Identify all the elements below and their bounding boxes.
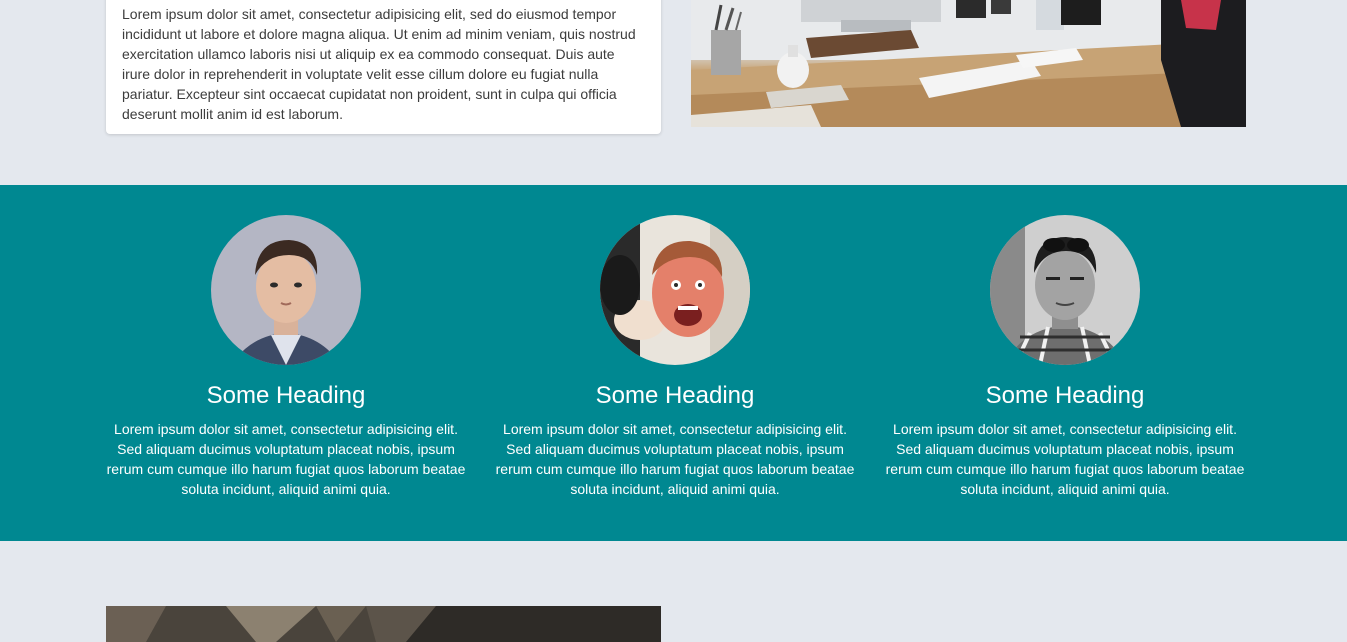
team-member-card: Some Heading Lorem ipsum dolor sit amet,… [106,215,466,497]
intro-section: Lorem ipsum dolor sit amet, consectetur … [0,0,1347,185]
desk-workspace-image [691,0,1246,127]
member-heading: Some Heading [595,382,755,409]
intro-paragraph: Lorem ipsum dolor sit amet, consectetur … [122,6,636,122]
member-heading: Some Heading [206,382,366,409]
team-section: Some Heading Lorem ipsum dolor sit amet,… [0,185,1347,541]
member-avatar [600,215,750,365]
member-description: Lorem ipsum dolor sit amet, consectetur … [885,421,1245,497]
intro-card: Lorem ipsum dolor sit amet, consectetur … [106,0,661,134]
bottom-image [106,606,661,642]
team-member-card: Some Heading Lorem ipsum dolor sit amet,… [885,215,1245,497]
member-description: Lorem ipsum dolor sit amet, consectetur … [106,421,466,497]
member-avatar [990,215,1140,365]
member-description: Lorem ipsum dolor sit amet, consectetur … [495,421,855,497]
member-avatar [211,215,361,365]
member-heading: Some Heading [985,382,1145,409]
team-member-card: Some Heading Lorem ipsum dolor sit amet,… [495,215,855,497]
